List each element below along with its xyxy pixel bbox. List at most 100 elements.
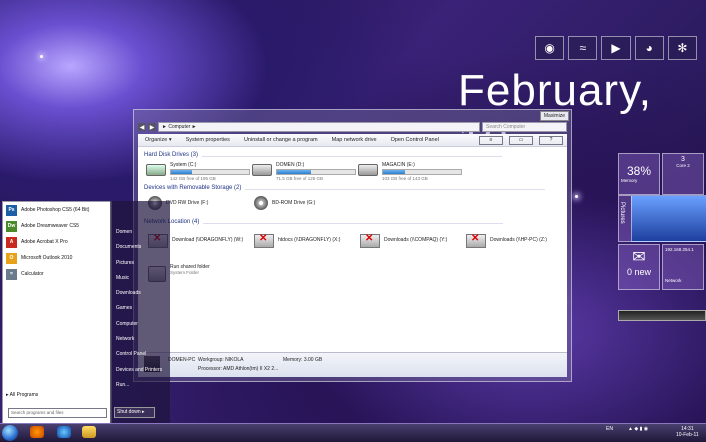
drive-label: System (C:) (170, 162, 197, 168)
hard-drive-icon (358, 164, 378, 176)
maximize-tooltip: Maximize (539, 111, 569, 121)
mail-icon: ✉ (632, 249, 646, 266)
drive-free-space: 71.5 GB free of 126 GB (276, 176, 324, 181)
core-value: 3 (681, 156, 685, 163)
workgroup-label: Workgroup: NIKOLA (198, 357, 244, 363)
uninstall-program-button[interactable]: Uninstall or change a program (237, 137, 325, 143)
start-menu-programs: Ps Adobe Photoshop CS5 (64 Bit) Dw Adobe D… (2, 201, 112, 425)
drive-c[interactable]: System (C:) 142 GB free of 195 GB (146, 162, 250, 182)
acrobat-icon: A (6, 236, 17, 248)
program-dreamweaver[interactable]: Dw Adobe Dreamweaver CS5 (3, 218, 111, 234)
memory-percent: 38% (626, 164, 652, 178)
network-drive-y[interactable]: Downloads (\\COMPAQ) (Y:) (360, 233, 448, 248)
pacman-icon[interactable]: ◕ (634, 36, 664, 60)
drive-label: Downloads (\\HP-PC) (Z:) (490, 237, 547, 243)
view-icon[interactable]: ≡ (479, 136, 503, 145)
places-pictures[interactable]: Pictures (110, 256, 170, 271)
drive-label: Downloads (\\COMPAQ) (Y:) (384, 237, 448, 243)
places-devices-printers[interactable]: Devices and Printers (110, 363, 170, 378)
removable-group-header[interactable]: Devices with Removable Storage (2) (144, 185, 547, 191)
start-menu-places: Domen Documents Pictures Music Downloads… (110, 201, 170, 423)
media-player-gadget[interactable] (618, 310, 706, 321)
network-gadget[interactable]: 192.168.254.1 Network (662, 244, 704, 290)
memory-label: Memory: 3.00 GB (283, 357, 323, 363)
search-input[interactable]: Search Computer (482, 122, 567, 132)
language-indicator[interactable]: EN (606, 426, 613, 432)
program-photoshop[interactable]: Ps Adobe Photoshop CS5 (64 Bit) (3, 202, 111, 218)
forward-icon[interactable]: ▶ (148, 123, 156, 131)
clock[interactable]: 14:31 10-Feb-11 (676, 426, 699, 438)
start-search-input[interactable]: Search programs and files (8, 408, 107, 418)
disconnected-drive-icon (254, 233, 274, 248)
program-calculator[interactable]: = Calculator (3, 266, 111, 282)
top-gadget-bar: ◉ ≈ ▶ ◕ ✻ (535, 36, 698, 60)
drive-usage-bar (170, 169, 250, 175)
program-acrobat[interactable]: A Adobe Acrobat X Pro (3, 234, 111, 250)
ie-taskbar-icon[interactable] (57, 426, 71, 438)
explorer-content: Organize ▾ System properties Uninstall o… (138, 134, 567, 377)
flower-icon[interactable]: ✻ (667, 36, 698, 60)
command-bar: Organize ▾ System properties Uninstall o… (138, 134, 567, 147)
network-label: Network (665, 278, 682, 283)
drive-usage-bar (276, 169, 356, 175)
program-outlook[interactable]: O Microsoft Outlook 2010 (3, 250, 111, 266)
tray-icons[interactable]: ▲ ◆ ▮ ◉ (628, 426, 648, 432)
places-domen[interactable]: Domen (110, 225, 170, 240)
firefox-icon[interactable]: ◉ (535, 36, 565, 60)
places-music[interactable]: Music (110, 271, 170, 286)
memory-gadget[interactable]: 38% Memory (618, 153, 660, 195)
start-menu: Ps Adobe Photoshop CS5 (64 Bit) Dw Adobe D… (2, 201, 170, 425)
back-icon[interactable]: ◀ (138, 123, 146, 131)
all-programs-button[interactable]: ▸ All Programs (6, 392, 38, 398)
help-icon[interactable]: ? (539, 136, 563, 145)
network-drive-z[interactable]: Downloads (\\HP-PC) (Z:) (466, 233, 547, 248)
firefox-taskbar-icon[interactable] (30, 426, 44, 438)
taskbar (0, 423, 706, 442)
drive-d[interactable]: DOMEN (D:) 71.5 GB free of 126 GB (252, 162, 356, 182)
hdd-group-header[interactable]: Hard Disk Drives (3) (144, 152, 503, 158)
map-network-drive-button[interactable]: Map network drive (325, 137, 384, 143)
mail-gadget[interactable]: ✉ 0 new (618, 244, 660, 290)
places-computer[interactable]: Computer (110, 317, 170, 332)
drive-label: Download (\\DRAGONFLY) (W:) (172, 237, 244, 243)
drive-g[interactable]: BD-ROM Drive (G:) (254, 196, 315, 210)
organize-button[interactable]: Organize ▾ (138, 137, 179, 143)
star-decoration (40, 55, 43, 58)
start-button[interactable] (2, 425, 18, 441)
mail-count: 0 new (626, 267, 652, 277)
address-bar-row: ◀ ▶ ► Computer ► Search Computer (138, 122, 567, 132)
system-properties-button[interactable]: System properties (179, 137, 237, 143)
core-label: Core 2 (676, 163, 690, 168)
explorer-taskbar-icon[interactable] (82, 426, 96, 438)
memory-label: Memory (621, 178, 638, 183)
wave-icon[interactable]: ≈ (568, 36, 598, 60)
clock-date: 10-Feb-11 (676, 432, 699, 438)
disconnected-drive-icon (360, 233, 380, 248)
places-documents[interactable]: Documents (110, 240, 170, 255)
places-run[interactable]: Run... (110, 378, 170, 393)
dreamweaver-icon: Dw (6, 220, 17, 232)
shutdown-button[interactable]: Shut down ▸ (114, 407, 155, 418)
address-input[interactable]: ► Computer ► (158, 122, 480, 132)
drive-free-space: 103 GB free of 143 GB (382, 176, 428, 181)
pictures-tab[interactable]: Pictures (618, 195, 632, 242)
drive-label: BD-ROM Drive (G:) (272, 200, 316, 206)
outlook-icon: O (6, 252, 17, 264)
drive-e[interactable]: MAGACIN (E:) 103 GB free of 143 GB (358, 162, 462, 182)
play-icon[interactable]: ▶ (601, 36, 631, 60)
drive-label: MAGACIN (E:) (382, 162, 415, 168)
places-control-panel[interactable]: Control Panel (110, 347, 170, 362)
core-gadget[interactable]: 3 Core 2 (662, 153, 704, 195)
pc-name: DOMEN-PC (168, 357, 196, 363)
pictures-label: Pictures (619, 202, 625, 224)
network-drive-x[interactable]: htdocs (\\DRAGONFLY) (X:) (254, 233, 340, 248)
places-downloads[interactable]: Downloads (110, 286, 170, 301)
explorer-window[interactable]: Maximize ◀ ▶ ► Computer ► Search Compute… (133, 109, 572, 382)
places-games[interactable]: Games (110, 301, 170, 316)
hard-drive-icon (252, 164, 272, 176)
ip-address: 192.168.254.1 (665, 247, 694, 252)
open-control-panel-button[interactable]: Open Control Panel (384, 137, 446, 143)
places-network[interactable]: Network (110, 332, 170, 347)
picture-frame-gadget[interactable] (631, 195, 706, 242)
preview-pane-icon[interactable]: ▭ (509, 136, 533, 145)
